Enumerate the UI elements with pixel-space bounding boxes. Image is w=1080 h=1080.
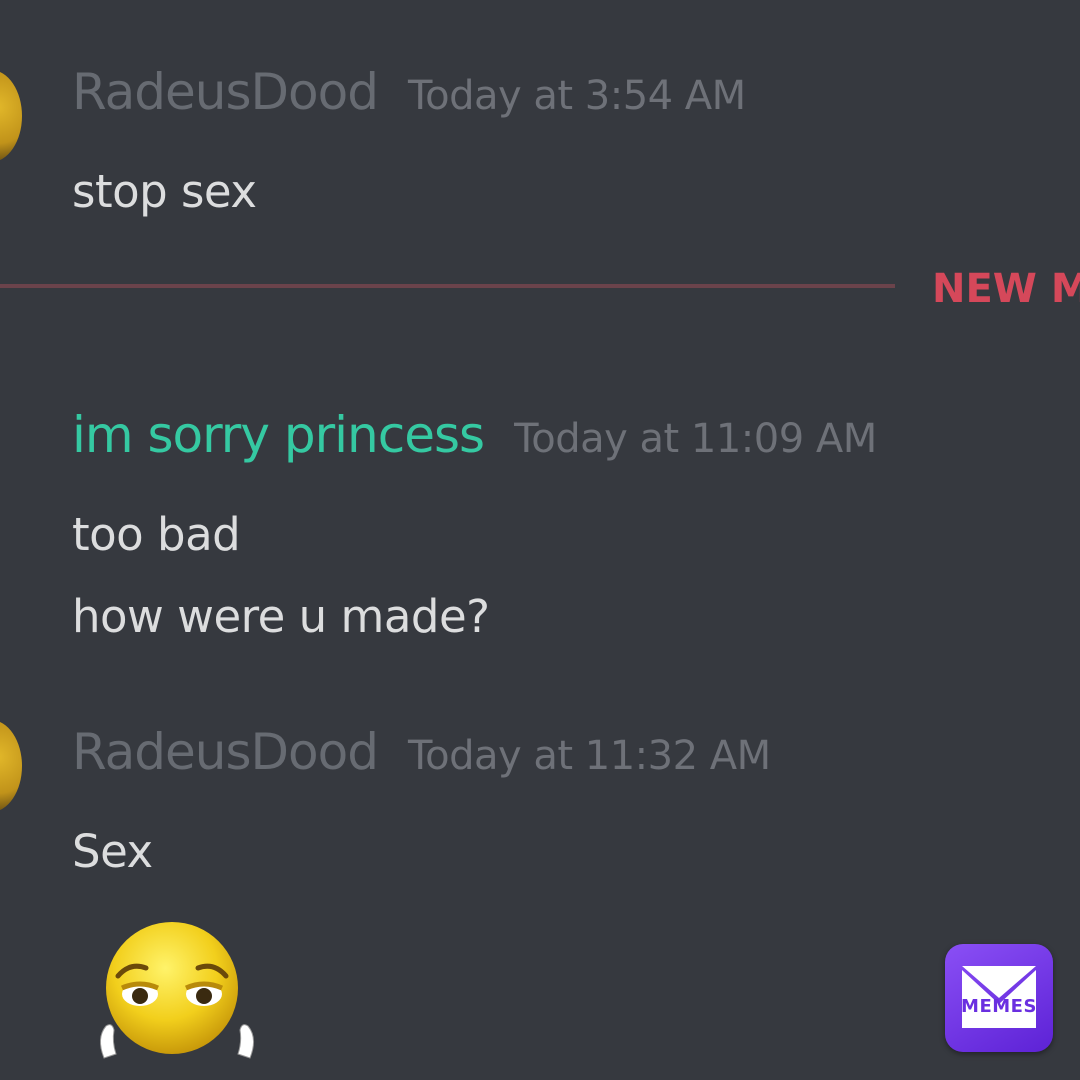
message-text: Sex (72, 825, 153, 878)
user-avatar[interactable] (0, 720, 22, 812)
message-header: RadeusDood Today at 3:54 AM (72, 62, 746, 122)
username[interactable]: RadeusDood (72, 722, 379, 782)
new-messages-divider-line (0, 284, 895, 288)
message-text: too bad (72, 508, 241, 561)
pleading-emoji-icon[interactable] (82, 918, 272, 1068)
new-messages-label: NEW M (932, 266, 1080, 312)
username[interactable]: RadeusDood (72, 62, 379, 122)
timestamp: Today at 3:54 AM (407, 73, 746, 119)
timestamp: Today at 11:32 AM (407, 733, 771, 779)
watermark-label: MEMES (961, 996, 1037, 1017)
message-header: im sorry princess Today at 11:09 AM (72, 405, 877, 465)
timestamp: Today at 11:09 AM (514, 416, 877, 462)
message-text: how were u made? (72, 590, 490, 643)
memes-watermark-logo: MEMES (945, 944, 1053, 1052)
user-avatar[interactable] (0, 70, 22, 162)
chat-screen: RadeusDood Today at 3:54 AM stop sex NEW… (0, 0, 1080, 1080)
message-text: stop sex (72, 165, 257, 218)
username[interactable]: im sorry princess (72, 405, 485, 465)
message-header: RadeusDood Today at 11:32 AM (72, 722, 771, 782)
